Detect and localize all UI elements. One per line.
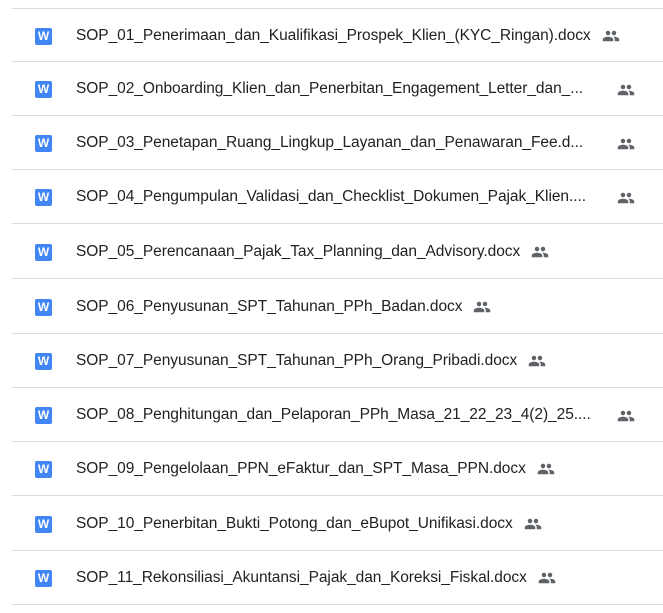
file-name[interactable]: SOP_01_Penerimaan_dan_Kualifikasi_Prospe… — [76, 26, 591, 46]
people-shared-icon — [617, 189, 635, 207]
people-shared-icon — [537, 460, 555, 478]
file-row[interactable]: W SOP_01_Penerimaan_dan_Kualifikasi_Pros… — [12, 8, 663, 62]
file-row[interactable]: W SOP_11_Rekonsiliasi_Akuntansi_Pajak_da… — [12, 551, 663, 605]
file-name[interactable]: SOP_02_Onboarding_Klien_dan_Penerbitan_E… — [76, 79, 583, 99]
file-name-wrap: SOP_06_Penyusunan_SPT_Tahunan_PPh_Badan.… — [76, 297, 491, 317]
file-name-wrap: SOP_08_Penghitungan_dan_Pelaporan_PPh_Ma… — [76, 405, 591, 425]
word-doc-icon: W — [35, 570, 52, 587]
file-name[interactable]: SOP_06_Penyusunan_SPT_Tahunan_PPh_Badan.… — [76, 297, 462, 317]
file-name[interactable]: SOP_10_Penerbitan_Bukti_Potong_dan_eBupo… — [76, 514, 513, 534]
file-row[interactable]: W SOP_09_Pengelolaan_PPN_eFaktur_dan_SPT… — [12, 442, 663, 496]
file-name[interactable]: SOP_11_Rekonsiliasi_Akuntansi_Pajak_dan_… — [76, 568, 527, 588]
file-row[interactable]: W SOP_02_Onboarding_Klien_dan_Penerbitan… — [12, 62, 663, 116]
people-shared-icon — [473, 298, 491, 316]
file-row[interactable]: W SOP_10_Penerbitan_Bukti_Potong_dan_eBu… — [12, 497, 663, 551]
file-name[interactable]: SOP_03_Penetapan_Ruang_Lingkup_Layanan_d… — [76, 133, 583, 153]
people-shared-icon — [602, 27, 620, 45]
file-name[interactable]: SOP_08_Penghitungan_dan_Pelaporan_PPh_Ma… — [76, 405, 591, 425]
word-doc-icon: W — [35, 407, 52, 424]
word-doc-icon: W — [35, 461, 52, 478]
file-name[interactable]: SOP_07_Penyusunan_SPT_Tahunan_PPh_Orang_… — [76, 351, 517, 371]
file-name-wrap: SOP_02_Onboarding_Klien_dan_Penerbitan_E… — [76, 79, 583, 99]
people-shared-icon — [531, 243, 549, 261]
word-doc-icon: W — [35, 189, 52, 206]
word-doc-icon: W — [35, 135, 52, 152]
file-name-wrap: SOP_01_Penerimaan_dan_Kualifikasi_Prospe… — [76, 26, 620, 46]
word-doc-icon: W — [35, 244, 52, 261]
file-name[interactable]: SOP_09_Pengelolaan_PPN_eFaktur_dan_SPT_M… — [76, 459, 526, 479]
people-shared-icon — [524, 515, 542, 533]
file-row[interactable]: W SOP_05_Perencanaan_Pajak_Tax_Planning_… — [12, 225, 663, 279]
people-shared-icon — [617, 135, 635, 153]
people-shared-icon — [528, 352, 546, 370]
people-shared-icon — [617, 81, 635, 99]
file-name-wrap: SOP_09_Pengelolaan_PPN_eFaktur_dan_SPT_M… — [76, 459, 555, 479]
word-doc-icon: W — [35, 81, 52, 98]
word-doc-icon: W — [35, 353, 52, 370]
file-name-wrap: SOP_04_Pengumpulan_Validasi_dan_Checklis… — [76, 187, 586, 207]
file-name[interactable]: SOP_04_Pengumpulan_Validasi_dan_Checklis… — [76, 187, 586, 207]
file-name-wrap: SOP_10_Penerbitan_Bukti_Potong_dan_eBupo… — [76, 514, 542, 534]
word-doc-icon: W — [35, 516, 52, 533]
file-list: W SOP_01_Penerimaan_dan_Kualifikasi_Pros… — [0, 0, 663, 613]
file-name-wrap: SOP_03_Penetapan_Ruang_Lingkup_Layanan_d… — [76, 133, 583, 153]
word-doc-icon: W — [35, 299, 52, 316]
people-shared-icon — [538, 569, 556, 587]
file-row[interactable]: W SOP_06_Penyusunan_SPT_Tahunan_PPh_Bada… — [12, 280, 663, 334]
file-name[interactable]: SOP_05_Perencanaan_Pajak_Tax_Planning_da… — [76, 242, 520, 262]
file-name-wrap: SOP_05_Perencanaan_Pajak_Tax_Planning_da… — [76, 242, 549, 262]
file-row[interactable]: W SOP_07_Penyusunan_SPT_Tahunan_PPh_Oran… — [12, 334, 663, 388]
word-doc-icon: W — [35, 28, 52, 45]
file-name-wrap: SOP_07_Penyusunan_SPT_Tahunan_PPh_Orang_… — [76, 351, 546, 371]
people-shared-icon — [617, 407, 635, 425]
file-row[interactable]: W SOP_04_Pengumpulan_Validasi_dan_Checkl… — [12, 170, 663, 224]
file-row[interactable]: W SOP_08_Penghitungan_dan_Pelaporan_PPh_… — [12, 388, 663, 442]
file-row[interactable]: W SOP_03_Penetapan_Ruang_Lingkup_Layanan… — [12, 116, 663, 170]
file-name-wrap: SOP_11_Rekonsiliasi_Akuntansi_Pajak_dan_… — [76, 568, 556, 588]
